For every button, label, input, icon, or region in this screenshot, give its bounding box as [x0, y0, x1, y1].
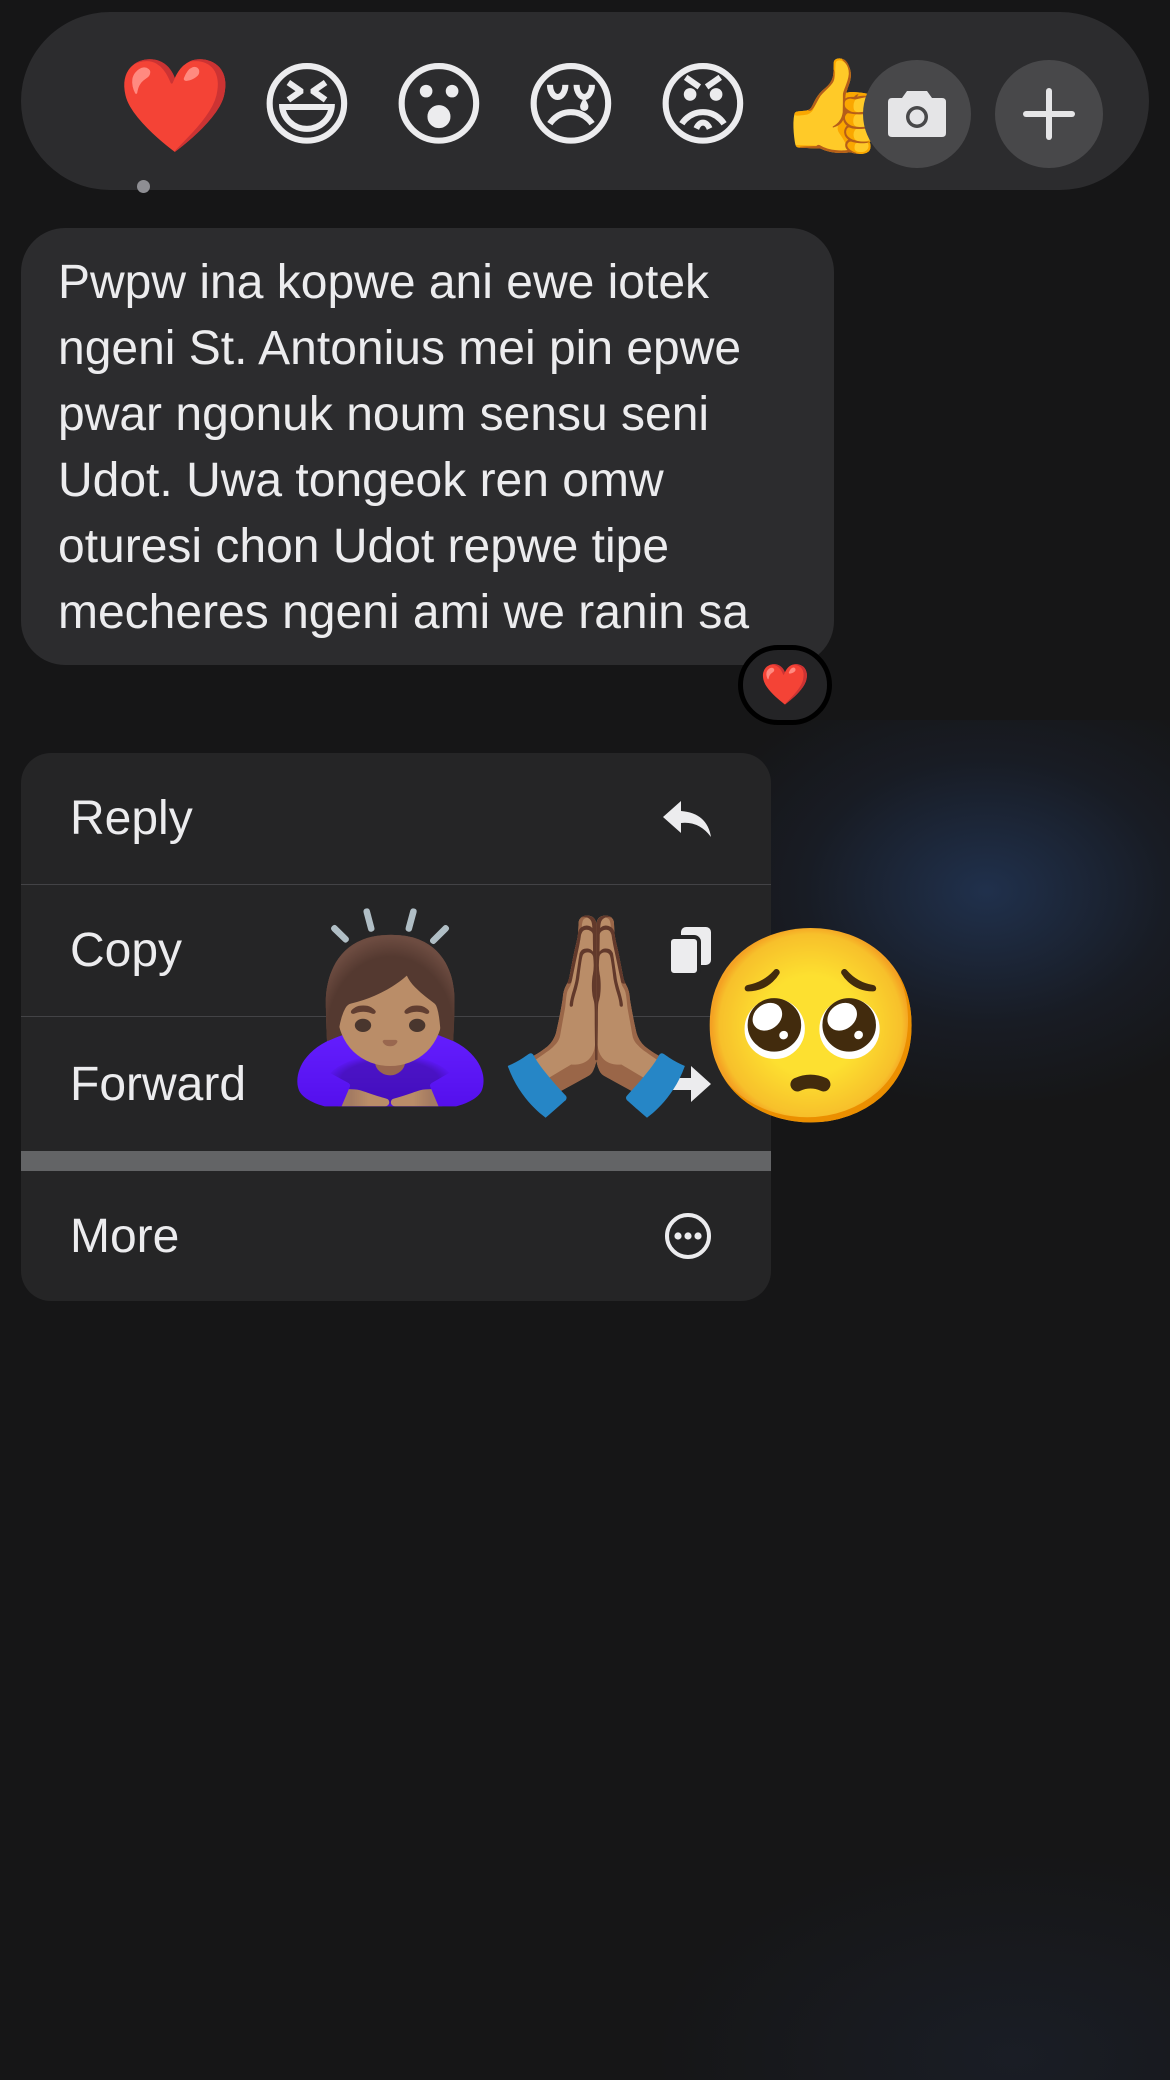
menu-item-more[interactable]: More	[21, 1171, 771, 1301]
more-icon	[665, 1213, 711, 1259]
heart-icon: ❤️	[117, 52, 233, 159]
plus-icon	[1023, 88, 1075, 140]
selected-indicator	[137, 180, 150, 193]
praying-hands-sticker[interactable]: 🙏🏽	[478, 918, 715, 1108]
heart-icon: ❤️	[760, 662, 810, 708]
reply-icon	[663, 800, 711, 837]
crying-face-icon: 😢	[523, 52, 619, 159]
camera-reaction-button[interactable]	[863, 60, 971, 168]
reaction-surprised[interactable]: 😮	[385, 52, 493, 160]
camera-icon	[888, 91, 946, 137]
reaction-crying[interactable]: 😢	[517, 52, 625, 160]
menu-section-gap	[21, 1151, 771, 1171]
background-glow-bottom	[650, 1850, 1170, 2080]
bowing-woman-sticker[interactable]: 🙇🏽‍♀️	[278, 918, 502, 1098]
laughing-face-icon: 😆	[259, 52, 355, 159]
menu-item-label: Copy	[70, 924, 183, 977]
menu-item-reply[interactable]: Reply	[21, 753, 771, 884]
reaction-angry[interactable]: 😡	[649, 52, 757, 160]
menu-item-label: More	[70, 1209, 180, 1263]
surprised-face-icon: 😮	[391, 52, 487, 159]
message-bubble[interactable]: Pwpw ina kopwe ani ewe iotek ngeni St. A…	[21, 228, 834, 665]
pleading-face-sticker[interactable]: 🥺	[693, 932, 930, 1122]
menu-item-label: Reply	[70, 792, 193, 845]
reaction-laughing[interactable]: 😆	[253, 52, 361, 160]
heart-tapback-badge: ❤️	[738, 645, 832, 725]
menu-item-label: Forward	[70, 1057, 247, 1111]
add-reaction-button[interactable]	[995, 60, 1103, 168]
reaction-heart[interactable]: ❤️	[118, 52, 233, 160]
reaction-bar: ❤️ 😆 😮 😢 😡 👍	[21, 12, 1149, 193]
angry-face-icon: 😡	[655, 52, 751, 159]
